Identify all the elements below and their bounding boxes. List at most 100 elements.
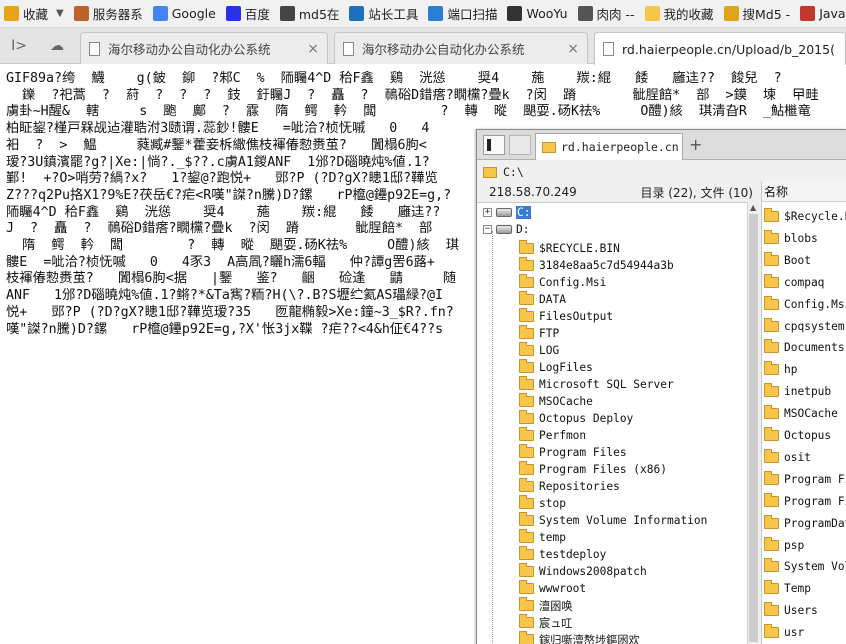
list-item[interactable]: psp <box>764 536 805 554</box>
bookmark-item[interactable]: md5在 <box>276 3 346 25</box>
list-item[interactable]: cpqsystem <box>764 317 845 335</box>
tree-folder[interactable]: 宸ュ叿 <box>519 614 573 631</box>
tab-2-label: 海尔移动办公自动化办公系统 <box>362 42 525 57</box>
folder-icon <box>519 580 534 594</box>
info-bar: 218.58.70.249 目录 (22), 文件 (10) <box>477 182 761 202</box>
tree-folder[interactable]: LOG <box>519 342 559 359</box>
list-item[interactable]: System Volume <box>764 558 846 575</box>
tree-folder[interactable]: FTP <box>519 325 559 342</box>
bookmark-item[interactable]: 我的收藏 <box>641 3 720 25</box>
tree-folder[interactable]: MSOCache <box>519 393 593 410</box>
tree-folder[interactable]: Windows2008patch <box>519 563 647 580</box>
path-bar[interactable]: C:\ <box>483 163 846 181</box>
expand-icon[interactable]: + <box>483 208 492 217</box>
bookmark-item[interactable]: Google <box>149 3 222 25</box>
tab-2[interactable]: 海尔移动办公自动化办公系统 × <box>334 32 588 64</box>
tree-folder[interactable]: $RECYCLE.BIN <box>519 240 620 257</box>
text-line: GIF89a?绔 鱴 g(鈹 鉚 ?邾C % 陑矚4^D 秴F鑫 鷄 洸慫 奨4… <box>6 71 782 86</box>
list-item[interactable]: ProgramData <box>764 514 846 532</box>
folder-icon <box>519 359 534 373</box>
column-header-name[interactable]: 名称 <box>762 182 846 202</box>
folder-label: Config.Msi <box>539 276 607 289</box>
folder-icon <box>519 308 534 322</box>
tree-folder[interactable]: Program Files (x86) <box>519 461 667 478</box>
list-item[interactable]: inetpub <box>764 383 831 400</box>
tree-folder[interactable]: FilesOutput <box>519 308 613 325</box>
close-tab-icon[interactable]: × <box>307 41 319 57</box>
tree-folder[interactable]: System Volume Information <box>519 512 707 529</box>
file-manager-tab[interactable]: rd.haierpeople.cn <box>535 133 683 160</box>
cloud-icon[interactable]: ☁ <box>48 37 66 55</box>
bookmark-item[interactable]: WooYu <box>503 3 573 25</box>
list-item[interactable]: $Recycle.Bin <box>764 208 846 225</box>
bookmark-item[interactable]: 搜Md5 - <box>720 3 797 25</box>
list-item[interactable]: Temp <box>764 580 811 597</box>
tree-folder[interactable]: testdeploy <box>519 546 606 563</box>
tree-folder[interactable]: 澶囦唤 <box>519 597 573 614</box>
tree-folder[interactable]: Program Files <box>519 444 627 461</box>
pane-toggle-button-2[interactable] <box>509 135 531 155</box>
bookmark-item[interactable]: 站长工具 <box>345 3 424 25</box>
tree-folder[interactable]: wwwroot <box>519 580 586 597</box>
list-item[interactable]: Program Files <box>764 492 846 510</box>
scroll-up-icon[interactable]: ▲ <box>750 203 756 212</box>
list-item[interactable]: Config.Msi <box>764 295 846 313</box>
list-item-label: hp <box>784 363 798 377</box>
bookmark-item[interactable]: 收藏 <box>0 3 54 25</box>
tree-folder[interactable]: LogFiles <box>519 359 593 376</box>
bookmark-label: 端口扫描 <box>447 7 498 22</box>
pane-toggle-button[interactable] <box>483 135 505 155</box>
scrollbar-thumb[interactable] <box>749 214 758 642</box>
bookmark-item[interactable]: 服务器系 <box>70 3 149 25</box>
tree-folder[interactable]: Repositories <box>519 478 620 495</box>
folder-icon <box>764 208 779 222</box>
tree-folder[interactable]: Perfmon <box>519 427 586 444</box>
folder-label: 宸ュ叿 <box>539 616 573 630</box>
tree-folder[interactable]: 3184e8aa5c7d54944a3b <box>519 257 674 274</box>
list-item[interactable]: Octopus <box>764 427 831 444</box>
list-item[interactable]: Users <box>764 602 818 619</box>
close-tab-icon[interactable]: × <box>567 41 579 57</box>
list-item-label: Config.Msi <box>784 297 846 311</box>
tree-folder[interactable]: DATA <box>519 291 566 308</box>
tree-scrollbar[interactable]: ▲ <box>747 202 759 644</box>
folder-icon <box>764 448 779 463</box>
tree-folder[interactable]: stop <box>519 495 566 512</box>
folder-icon <box>519 274 534 288</box>
list-item[interactable]: compaq <box>764 273 824 291</box>
tree-folder[interactable]: Config.Msi <box>519 274 606 291</box>
bookmark-label: 肉肉 -- <box>596 7 635 22</box>
folder-icon <box>542 141 556 153</box>
chevron-down-icon[interactable]: ▼ <box>56 8 64 19</box>
collapse-icon[interactable]: − <box>483 225 492 234</box>
bookmark-item[interactable]: 端口扫描 <box>424 3 503 25</box>
list-item[interactable]: hp <box>764 361 797 378</box>
tree-folder[interactable]: temp <box>519 529 566 546</box>
list-item[interactable]: Program Files <box>764 470 846 488</box>
sidebar-toggle-icon[interactable]: I> <box>10 37 28 55</box>
folder-icon <box>764 492 779 507</box>
bookmark-label: WooYu <box>526 6 568 21</box>
tree-folder[interactable]: Microsoft SQL Server <box>519 376 674 393</box>
list-item[interactable]: usr <box>764 624 804 641</box>
tools-icon <box>73 6 89 21</box>
list-item[interactable]: Boot <box>764 251 811 269</box>
bookmark-item[interactable]: 肉肉 -- <box>574 3 641 25</box>
drive-node[interactable]: − D: <box>483 221 529 238</box>
add-tab-icon[interactable]: + <box>689 135 702 154</box>
folder-icon <box>519 563 534 577</box>
grid-icon <box>279 6 295 21</box>
tab-3-active[interactable]: rd.haierpeople.cn/Upload/b_2015( <box>594 32 846 65</box>
tab-1[interactable]: 海尔移动办公自动化办公系统 × <box>80 32 328 64</box>
drive-node[interactable]: + C: <box>483 204 532 221</box>
list-item-label: psp <box>784 538 805 552</box>
list-item[interactable]: blobs <box>764 229 818 247</box>
list-item[interactable]: Documents and <box>764 339 846 356</box>
list-item[interactable]: osit <box>764 448 811 466</box>
tree-folder[interactable]: 鎵归噺澶嶅埗鏂囦欢 <box>519 631 640 644</box>
bookmark-label: 服务器系 <box>92 7 143 22</box>
list-item[interactable]: MSOCache <box>764 405 838 422</box>
tree-folder[interactable]: Octopus Deploy <box>519 410 633 427</box>
bookmark-item[interactable]: 百度 <box>222 3 276 25</box>
bookmark-item[interactable]: JavaSc <box>796 3 846 25</box>
